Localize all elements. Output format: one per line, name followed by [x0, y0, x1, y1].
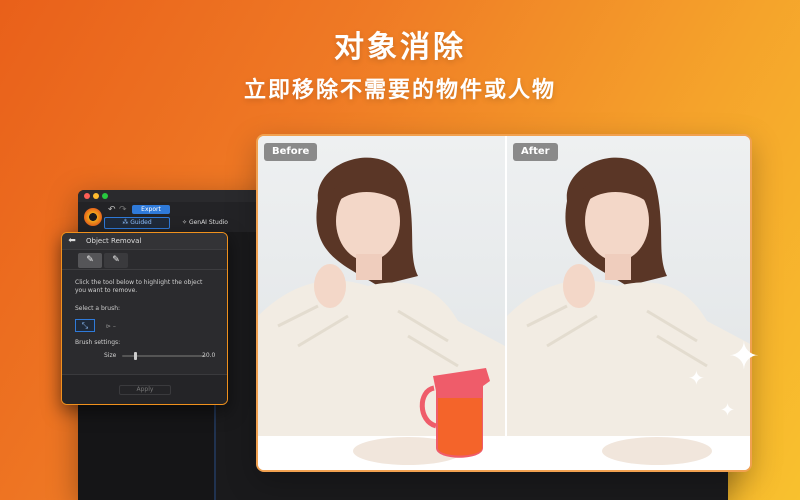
panel-divider [62, 269, 227, 270]
brush-select-button[interactable]: ⤡ [75, 319, 95, 332]
sparkle-large-icon: ✦ [728, 334, 760, 378]
banner-title: 对象消除 [334, 30, 466, 65]
brush-tip-icon: ⤡ [81, 321, 89, 330]
panel-header: ⬅ Object Removal [62, 233, 227, 250]
manual-brush-icon: ✎ [112, 255, 120, 265]
instructions-line-2: you want to remove. [75, 287, 138, 294]
export-button[interactable]: Export [132, 205, 170, 214]
sparkle-icon: ✧ [182, 219, 189, 226]
object-removal-panel: ⬅ Object Removal ✎ ✎ Click the tool belo… [61, 232, 228, 405]
before-tag: Before [264, 143, 318, 161]
tab-genai-studio-label: GenAI Studio [188, 219, 228, 226]
before-photo: Before [258, 136, 505, 470]
apply-button[interactable]: Apply [119, 385, 171, 395]
before-photo-image [258, 136, 505, 470]
brush-settings-label: Brush settings: [75, 339, 121, 346]
app-logo-icon [84, 208, 102, 226]
export-label: Export [141, 206, 161, 213]
manual-brush-tab[interactable]: ✎ [104, 253, 128, 268]
smart-brush-icon: ✎ [86, 255, 94, 265]
close-window-button[interactable] [84, 193, 90, 199]
back-arrow-icon[interactable]: ⬅ [66, 236, 78, 247]
select-brush-label: Select a brush: [75, 305, 121, 312]
sparkle-small-icon: ✦ [720, 400, 736, 421]
undo-icon[interactable]: ↶ [108, 205, 116, 215]
panel-title: Object Removal [86, 237, 142, 245]
size-value: 20.0 [202, 352, 216, 359]
apply-label: Apply [136, 386, 154, 393]
redo-icon[interactable]: ↷ [119, 205, 127, 215]
tab-guided[interactable]: ⁂ Guided [104, 217, 170, 229]
tab-genai-studio[interactable]: ✧ GenAI Studio [182, 217, 228, 229]
sparkle-medium-icon: ✦ [688, 366, 705, 390]
eraser-brush-option[interactable]: ⊳ – [106, 323, 116, 330]
zoom-window-button[interactable] [102, 193, 108, 199]
instructions-line-1: Click the tool below to highlight the ob… [75, 279, 203, 286]
minimize-window-button[interactable] [93, 193, 99, 199]
size-slider-thumb[interactable] [133, 352, 137, 360]
tab-guided-label: Guided [130, 219, 152, 226]
before-after-card: Before After [256, 134, 752, 472]
after-photo-image [507, 136, 750, 470]
panel-footer: Apply [62, 374, 227, 404]
after-tag: After [513, 143, 558, 161]
smart-brush-tab[interactable]: ✎ [78, 253, 102, 268]
after-photo: After [507, 136, 750, 470]
size-label: Size [104, 352, 117, 359]
banner-subtitle: 立即移除不需要的物件或人物 [243, 78, 556, 103]
